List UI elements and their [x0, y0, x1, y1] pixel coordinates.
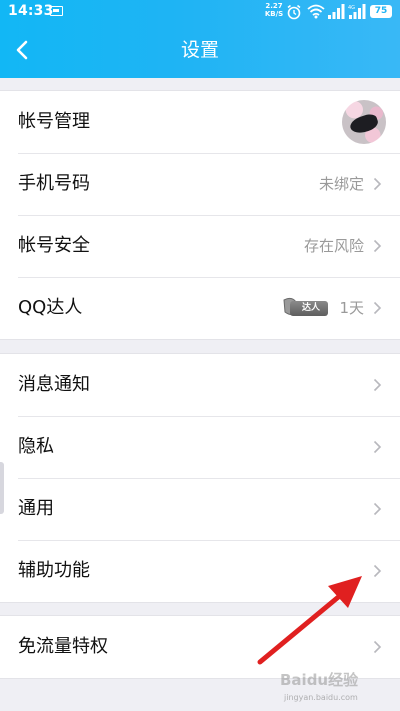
watermark: Baidu经验 jingyan.baidu.com — [280, 672, 392, 706]
row-label: 免流量特权 — [18, 636, 108, 657]
network-speed-value: 2.27 — [265, 2, 283, 10]
row-qq-daren[interactable]: QQ达人 达人 1天 — [0, 277, 400, 339]
status-time: 14:33 — [8, 3, 54, 19]
message-notification-icon — [50, 6, 63, 16]
page-title: 设置 — [180, 39, 219, 61]
title-bar: 设置 — [0, 24, 400, 78]
header: 14:33 2.27 KB/S 4G 75 设置 — [0, 0, 400, 78]
avatar — [342, 100, 386, 144]
watermark-logo: Baidu经验 — [280, 671, 359, 689]
row-value: 存在风险 — [303, 237, 364, 255]
row-value: 未绑定 — [318, 175, 364, 193]
battery-level: 75 — [370, 5, 392, 18]
alarm-icon — [286, 4, 302, 24]
row-privacy[interactable]: 隐私 — [0, 416, 400, 478]
edge-handle[interactable] — [0, 462, 4, 514]
watermark-url: jingyan.baidu.com — [284, 693, 358, 702]
row-label: 隐私 — [18, 436, 54, 457]
row-label: QQ达人 — [18, 297, 83, 318]
daren-badge: 达人 — [280, 296, 330, 320]
row-label: 辅助功能 — [18, 560, 90, 581]
account-group: 帐号管理 手机号码 未绑定 帐号安全 存在风险 QQ达人 达人 1天 — [0, 90, 400, 340]
row-phone-number[interactable]: 手机号码 未绑定 — [0, 153, 400, 215]
row-general[interactable]: 通用 — [0, 478, 400, 540]
annotation-arrow-icon — [257, 576, 362, 665]
row-label: 帐号安全 — [18, 235, 90, 256]
signal-strength-icon — [327, 4, 345, 23]
badge-label: 达人 — [302, 303, 321, 313]
svg-text:4G: 4G — [348, 5, 355, 11]
chevron-right-icon — [373, 502, 382, 516]
chevron-left-icon — [16, 40, 28, 60]
chevron-right-icon — [373, 440, 382, 454]
row-message-notifications[interactable]: 消息通知 — [0, 354, 400, 416]
status-bar: 14:33 2.27 KB/S 4G 75 — [0, 0, 400, 24]
chevron-right-icon — [373, 239, 382, 253]
chevron-right-icon — [373, 378, 382, 392]
wifi-icon — [307, 4, 325, 23]
signal-4g-icon: 4G — [348, 4, 366, 23]
back-button[interactable] — [8, 32, 44, 68]
chevron-right-icon — [373, 177, 382, 191]
chevron-right-icon — [373, 301, 382, 315]
chevron-right-icon — [373, 564, 382, 578]
row-account-management[interactable]: 帐号管理 — [0, 91, 400, 153]
row-value: 1天 — [339, 299, 364, 317]
row-label: 手机号码 — [18, 173, 90, 194]
settings-screen: 14:33 2.27 KB/S 4G 75 设置 帐号管理 手机号码 未绑定 帐… — [0, 0, 400, 711]
row-label: 消息通知 — [18, 374, 90, 395]
preferences-group: 消息通知 隐私 通用 辅助功能 — [0, 353, 400, 603]
row-label: 帐号管理 — [18, 111, 90, 132]
row-label: 通用 — [18, 498, 54, 519]
row-account-security[interactable]: 帐号安全 存在风险 — [0, 215, 400, 277]
network-speed-unit: KB/S — [264, 10, 284, 18]
chevron-right-icon — [373, 640, 382, 654]
network-speed: 2.27 KB/S — [262, 2, 286, 18]
